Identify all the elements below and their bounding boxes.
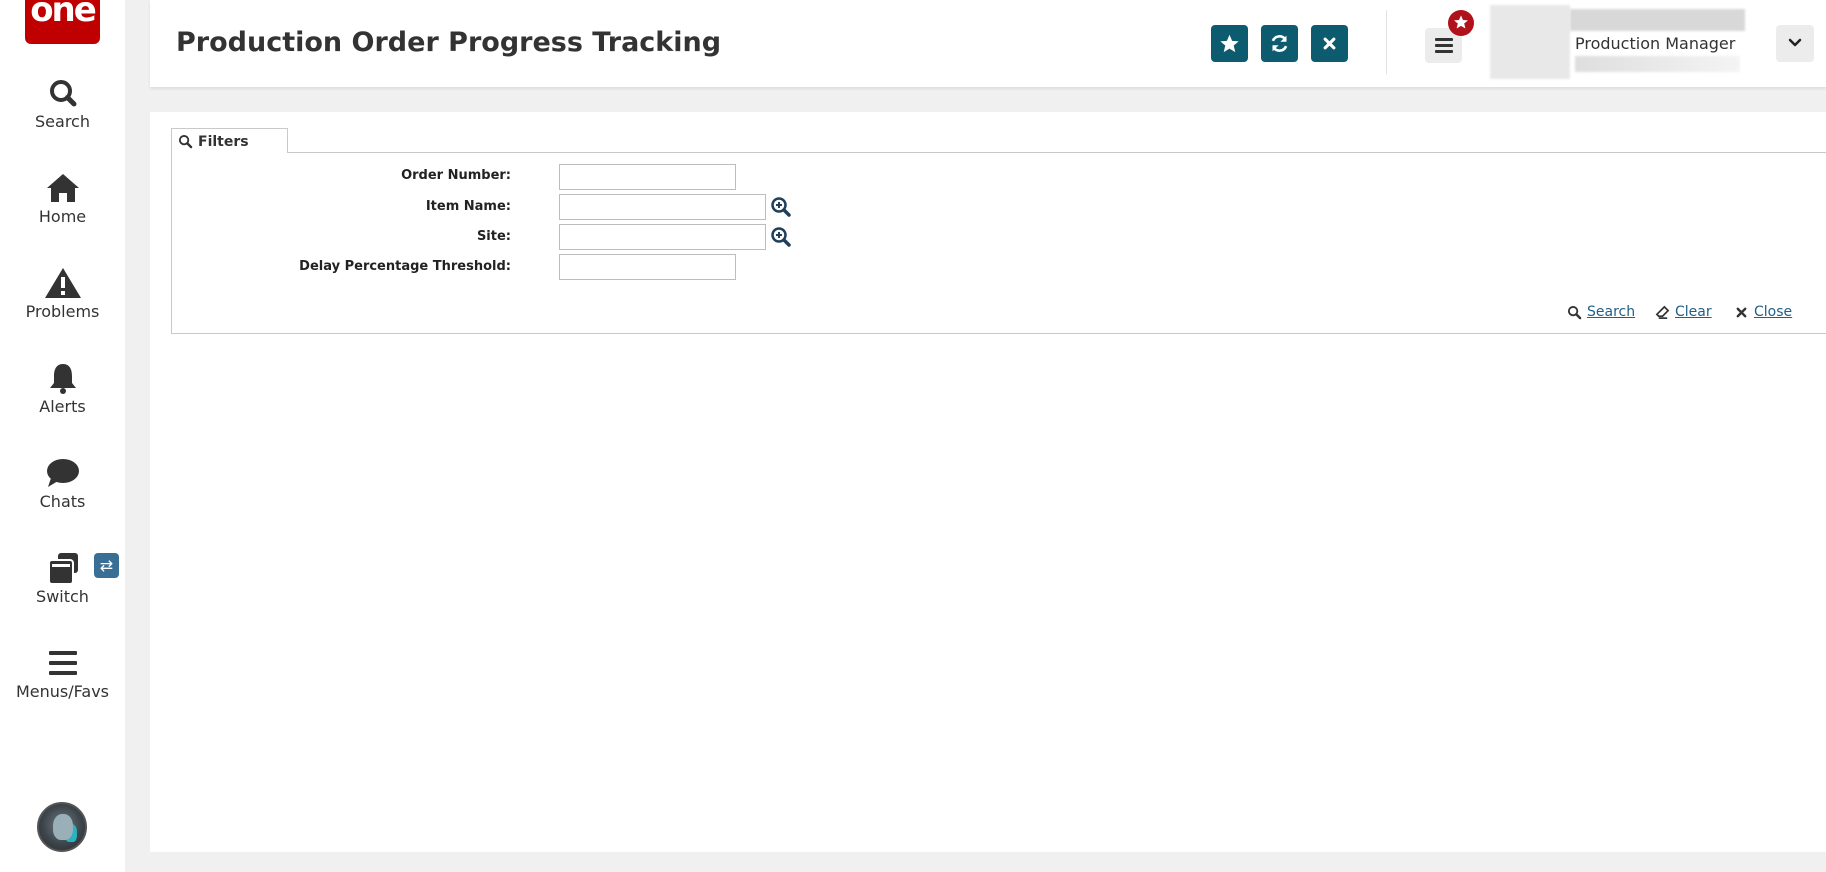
- order-number-input[interactable]: [559, 164, 736, 190]
- sidebar-item-search[interactable]: Search: [0, 76, 125, 131]
- close-icon: [1323, 37, 1336, 50]
- user-photo: [1490, 5, 1570, 79]
- warning-icon: [44, 268, 81, 298]
- search-icon: [1567, 305, 1582, 320]
- switch-arrows-icon[interactable]: ⇄: [94, 553, 119, 578]
- item-name-input[interactable]: [559, 194, 766, 220]
- header-divider: [1386, 10, 1387, 74]
- bell-icon: [49, 364, 76, 394]
- content-panel: Filters Order Number: Item Name: Site: D…: [150, 112, 1826, 852]
- sidebar-item-home[interactable]: Home: [0, 171, 125, 226]
- sidebar-item-problems[interactable]: Problems: [0, 266, 125, 321]
- user-name-redacted: [1570, 9, 1745, 31]
- close-icon: [1736, 307, 1747, 318]
- sidebar-item-menus-favs[interactable]: Menus/Favs: [0, 646, 125, 701]
- delay-threshold-input[interactable]: [559, 254, 736, 280]
- site-input[interactable]: [559, 224, 766, 250]
- sidebar-item-label: Problems: [25, 302, 100, 321]
- sidebar-item-chats[interactable]: Chats: [0, 456, 125, 511]
- user-menu-dropdown[interactable]: [1776, 25, 1814, 62]
- refresh-button[interactable]: [1261, 25, 1298, 62]
- user-detail-redacted: [1575, 56, 1740, 72]
- search-link-label: Search: [1587, 304, 1636, 320]
- sidebar-item-label: Chats: [39, 492, 86, 511]
- order-number-label: Order Number:: [401, 168, 511, 183]
- search-icon: [178, 134, 193, 149]
- close-page-button[interactable]: [1311, 25, 1348, 62]
- tab-label: Filters: [198, 134, 249, 150]
- menu-icon: [48, 651, 77, 675]
- favorite-button[interactable]: [1211, 25, 1248, 62]
- filter-clear-link[interactable]: Clear: [1655, 304, 1712, 320]
- zoom-in-icon[interactable]: [770, 196, 792, 218]
- refresh-icon: [1271, 35, 1288, 52]
- hamburger-icon: [1435, 38, 1453, 53]
- eraser-icon: [1655, 305, 1670, 319]
- favorites-badge[interactable]: [1448, 10, 1474, 36]
- home-icon: [46, 174, 79, 202]
- sidebar-item-label: Search: [35, 112, 90, 131]
- clear-link-label: Clear: [1675, 304, 1712, 320]
- item-name-label: Item Name:: [425, 199, 511, 214]
- chat-icon: [46, 459, 79, 487]
- user-role: Production Manager: [1575, 34, 1736, 53]
- star-icon: [1220, 34, 1239, 53]
- star-icon: [1454, 15, 1468, 29]
- filter-search-link[interactable]: Search: [1567, 304, 1636, 320]
- tab-filters[interactable]: Filters: [171, 128, 288, 153]
- search-icon: [49, 80, 76, 107]
- sidebar: one Search Home Problems Alerts Chats Sw…: [0, 0, 125, 872]
- zoom-in-icon[interactable]: [770, 226, 792, 248]
- sidebar-item-label: Home: [38, 207, 87, 226]
- sidebar-item-label: Switch: [36, 587, 89, 606]
- delay-threshold-label: Delay Percentage Threshold:: [299, 259, 511, 274]
- page-title: Production Order Progress Tracking: [176, 27, 722, 58]
- sidebar-item-label: Menus/Favs: [16, 682, 109, 701]
- app-logo[interactable]: one: [25, 0, 100, 44]
- filter-close-link[interactable]: Close: [1736, 304, 1793, 320]
- page-header: Production Order Progress Tracking Produ…: [150, 0, 1826, 87]
- user-avatar[interactable]: [37, 802, 87, 852]
- sidebar-item-label: Alerts: [39, 397, 86, 416]
- site-label: Site:: [476, 229, 511, 244]
- close-link-label: Close: [1754, 304, 1793, 320]
- sidebar-item-alerts[interactable]: Alerts: [0, 361, 125, 416]
- chevron-down-icon: [1788, 38, 1802, 47]
- windows-icon: [47, 553, 78, 585]
